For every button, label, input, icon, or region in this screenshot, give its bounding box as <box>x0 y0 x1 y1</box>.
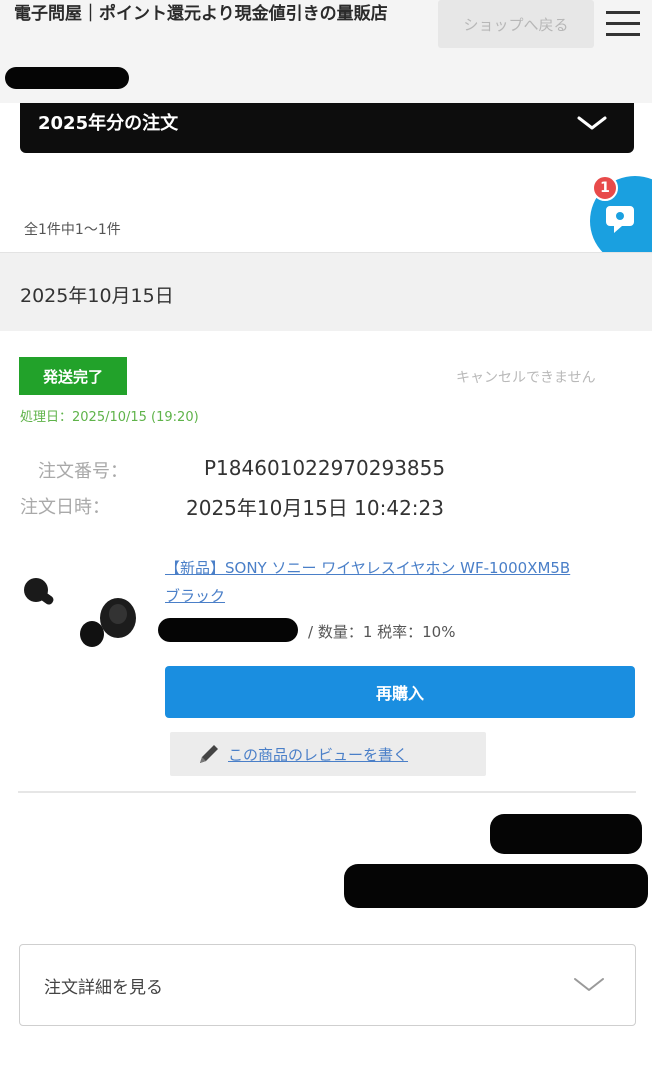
product-name-link[interactable]: 【新品】SONY ソニー ワイヤレスイヤホン WF-1000XM5B ブラック <box>165 554 575 610</box>
write-review-button[interactable]: この商品のレビューを書く <box>170 732 486 776</box>
redacted-info-1 <box>490 814 642 854</box>
header: 電子問屋｜ポイント還元より現金値引きの量販店 ショップへ戻る <box>0 0 652 103</box>
chat-notification-badge: 1 <box>592 175 618 201</box>
pencil-icon <box>200 745 218 763</box>
order-datetime-label: 注文日時： <box>20 497 110 518</box>
chat-icon <box>606 206 634 233</box>
order-number: P1846010229702938​55 <box>204 456 446 480</box>
order-date-header: 2025年10月15日 <box>0 252 652 331</box>
earbuds-image[interactable] <box>18 570 143 660</box>
divider <box>18 791 636 793</box>
result-count: 全1件中1〜1件 <box>24 222 121 238</box>
order-date: 2025年10月15日 <box>20 285 174 307</box>
chevron-down-icon <box>577 116 607 130</box>
redacted-username <box>5 67 129 89</box>
processed-date: 処理日：2025/10/15 (19:20) <box>20 410 199 425</box>
write-review-label: この商品のレビューを書く <box>228 745 409 764</box>
shop-title: 電子問屋｜ポイント還元より現金値引きの量販店 <box>14 4 388 24</box>
back-to-shop-button[interactable]: ショップへ戻る <box>438 0 594 48</box>
menu-icon[interactable] <box>604 8 642 40</box>
rebuy-button[interactable]: 再購入 <box>165 666 635 718</box>
quantity-tax: / 数量：1 税率：10% <box>308 623 456 641</box>
cancel-note: キャンセルできません <box>456 370 596 386</box>
chevron-down-icon <box>574 978 604 991</box>
order-number-label: 注文番号： <box>38 461 128 482</box>
order-datetime: 2025年10月15日 10:42:23 <box>186 496 444 520</box>
redacted-info-2 <box>344 864 648 908</box>
year-select[interactable]: 2025年分の注文 <box>20 103 634 153</box>
order-details-label: 注文詳細を見る <box>44 978 163 998</box>
order-details-toggle[interactable]: 注文詳細を見る <box>19 944 636 1026</box>
year-select-label: 2025年分の注文 <box>38 113 179 134</box>
shipping-status-badge: 発送完了 <box>19 357 127 395</box>
redacted-price <box>158 618 298 642</box>
